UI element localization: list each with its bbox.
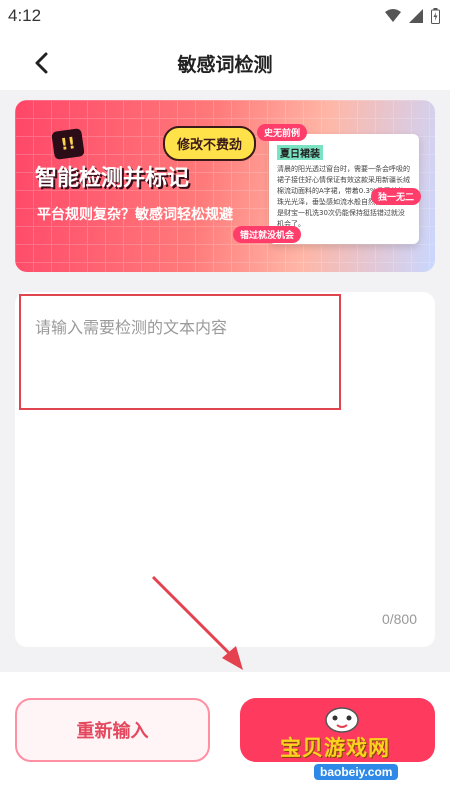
nav-bar: 敏感词检测 bbox=[0, 34, 450, 90]
exclamation-badge: !! bbox=[51, 128, 85, 160]
page-title: 敏感词检测 bbox=[177, 54, 273, 76]
sensitive-tag: 独一无二 bbox=[371, 188, 422, 205]
status-time: 4:12 bbox=[8, 6, 42, 25]
status-bar: 4:12 bbox=[0, 0, 450, 34]
status-icons bbox=[385, 8, 440, 24]
card-heading: 夏日裙装 bbox=[277, 145, 323, 160]
battery-icon bbox=[431, 8, 440, 24]
sensitive-tag: 错过就没机会 bbox=[233, 226, 302, 243]
detect-button[interactable] bbox=[240, 698, 435, 762]
text-input-panel: 0/800 bbox=[15, 292, 435, 647]
reset-button[interactable]: 重新输入 bbox=[15, 698, 210, 762]
text-input[interactable] bbox=[35, 314, 325, 390]
banner-title: 智能检测并标记 bbox=[35, 166, 190, 191]
bottom-action-bar: 重新输入 bbox=[0, 672, 450, 800]
banner-speech-bubble: 修改不费劲 bbox=[163, 126, 257, 161]
banner-subtitle: 平台规则复杂？敏感词轻松规避 bbox=[37, 207, 233, 223]
signal-icon bbox=[409, 9, 423, 23]
promo-banner[interactable]: !! 智能检测并标记 平台规则复杂？敏感词轻松规避 修改不费劲 夏日裙装 清晨的… bbox=[15, 100, 435, 272]
char-counter: 0/800 bbox=[381, 611, 417, 627]
input-highlight-box bbox=[19, 294, 341, 410]
wifi-icon bbox=[385, 9, 401, 22]
sensitive-tag: 史无前例 bbox=[257, 124, 308, 141]
